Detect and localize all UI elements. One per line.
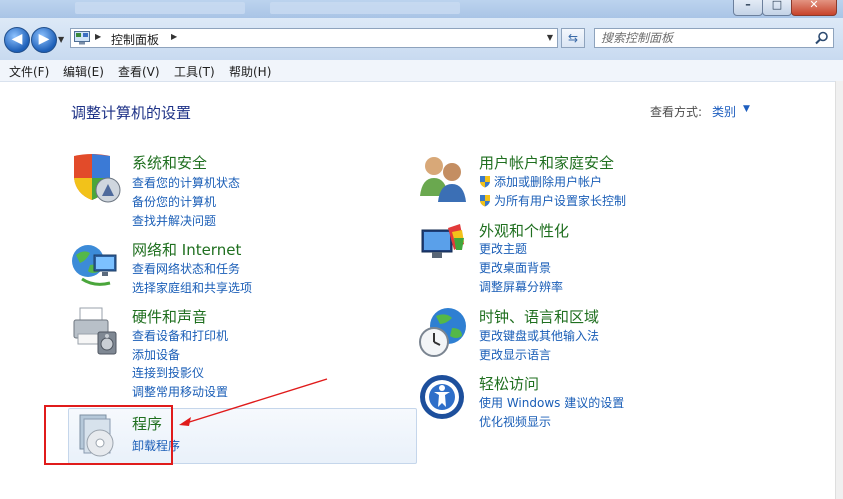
category-title-user-accounts[interactable]: 用户帐户和家庭安全 — [479, 152, 614, 173]
category-title-network[interactable]: 网络和 Internet — [132, 239, 241, 260]
view-by-label: 查看方式: — [650, 105, 703, 119]
link-homegroup-sharing[interactable]: 选择家庭组和共享选项 — [132, 279, 252, 296]
category-title-ease-access[interactable]: 轻松访问 — [479, 373, 539, 394]
network-globe-icon[interactable] — [70, 239, 122, 291]
link-display-language[interactable]: 更改显示语言 — [479, 346, 551, 363]
menu-help[interactable]: 帮助(H) — [229, 63, 271, 80]
link-devices-printers[interactable]: 查看设备和打印机 — [132, 327, 228, 344]
menu-bar: 文件(F) 编辑(E) 查看(V) 工具(T) 帮助(H) — [0, 60, 843, 82]
ease-of-access-icon[interactable] — [418, 373, 470, 425]
appearance-monitor-icon[interactable] — [418, 220, 470, 272]
link-label: 为所有用户设置家长控制 — [494, 194, 627, 208]
category-title-system-security[interactable]: 系统和安全 — [132, 152, 207, 173]
link-backup-computer[interactable]: 备份您的计算机 — [132, 193, 216, 210]
security-shield-icon[interactable] — [70, 152, 122, 204]
minimize-button[interactable]: – — [733, 0, 763, 16]
link-screen-resolution[interactable]: 调整屏幕分辨率 — [479, 278, 563, 295]
link-windows-recommended-settings[interactable]: 使用 Windows 建议的设置 — [479, 394, 624, 411]
category-title-hardware[interactable]: 硬件和声音 — [132, 306, 207, 327]
link-change-theme[interactable]: 更改主题 — [479, 240, 527, 257]
link-add-device[interactable]: 添加设备 — [132, 346, 180, 363]
clock-globe-icon[interactable] — [418, 306, 470, 358]
background-tab-ghost — [75, 2, 245, 14]
printer-icon[interactable] — [70, 306, 122, 358]
link-connect-projector[interactable]: 连接到投影仪 — [132, 364, 204, 381]
forward-arrow-icon: ▶ — [38, 31, 50, 47]
control-panel-icon — [74, 31, 90, 45]
close-icon: ✕ — [809, 0, 819, 11]
link-view-computer-status[interactable]: 查看您的计算机状态 — [132, 174, 240, 191]
page-title: 调整计算机的设置 — [71, 104, 192, 122]
users-icon[interactable] — [418, 152, 470, 204]
refresh-icon: ⇆ — [567, 31, 579, 45]
link-view-network-status[interactable]: 查看网络状态和任务 — [132, 260, 240, 277]
minimize-icon: – — [745, 0, 751, 11]
back-button[interactable]: ◀ — [4, 27, 30, 53]
window-controls: – □ ✕ — [733, 0, 837, 16]
menu-edit[interactable]: 编辑(E) — [63, 63, 104, 80]
maximize-icon: □ — [771, 0, 783, 11]
maximize-button[interactable]: □ — [762, 0, 792, 16]
recent-pages-dropdown[interactable]: ▼ — [58, 35, 68, 45]
link-mobility-settings[interactable]: 调整常用移动设置 — [132, 383, 228, 400]
category-title-clock-region[interactable]: 时钟、语言和区域 — [479, 306, 599, 327]
link-add-remove-accounts[interactable]: 添加或删除用户帐户 — [479, 173, 602, 190]
search-icon[interactable] — [815, 31, 829, 45]
chevron-down-icon[interactable]: ▼ — [743, 104, 750, 114]
link-change-keyboard[interactable]: 更改键盘或其他输入法 — [479, 327, 599, 344]
uac-shield-icon — [480, 176, 490, 188]
back-arrow-icon: ◀ — [11, 31, 23, 47]
address-history-icon[interactable]: ▼ — [547, 33, 553, 42]
address-bar[interactable]: ▶ 控制面板 ▶ ▼ — [70, 28, 558, 48]
link-find-fix-problems[interactable]: 查找并解决问题 — [132, 212, 216, 229]
menu-file[interactable]: 文件(F) — [9, 63, 49, 80]
search-box[interactable] — [594, 28, 834, 48]
category-title-appearance[interactable]: 外观和个性化 — [479, 220, 569, 241]
background-tab-ghost — [270, 2, 460, 14]
close-button[interactable]: ✕ — [791, 0, 837, 16]
link-parental-controls[interactable]: 为所有用户设置家长控制 — [479, 192, 626, 209]
breadcrumb-separator-icon[interactable]: ▶ — [171, 32, 177, 41]
vertical-scrollbar[interactable] — [835, 81, 843, 499]
refresh-button[interactable]: ⇆ — [561, 28, 585, 48]
menu-view[interactable]: 查看(V) — [118, 63, 160, 80]
search-input[interactable] — [601, 30, 806, 46]
title-bar: – □ ✕ — [0, 0, 843, 18]
link-optimize-video-display[interactable]: 优化视频显示 — [479, 413, 551, 430]
view-by-dropdown[interactable]: 类别 — [712, 103, 736, 120]
annotation-highlight-box — [44, 405, 173, 465]
menu-tools[interactable]: 工具(T) — [174, 63, 215, 80]
uac-shield-icon — [480, 195, 490, 207]
forward-button[interactable]: ▶ — [31, 27, 57, 53]
breadcrumb-separator-icon[interactable]: ▶ — [95, 32, 101, 41]
chevron-down-icon: ▼ — [58, 35, 65, 44]
address-toolbar: ◀ ▶ ▼ ▶ 控制面板 ▶ ▼ ⇆ — [0, 18, 843, 60]
breadcrumb-control-panel[interactable]: 控制面板 — [111, 31, 159, 48]
link-desktop-background[interactable]: 更改桌面背景 — [479, 259, 551, 276]
link-label: 添加或删除用户帐户 — [494, 175, 603, 189]
